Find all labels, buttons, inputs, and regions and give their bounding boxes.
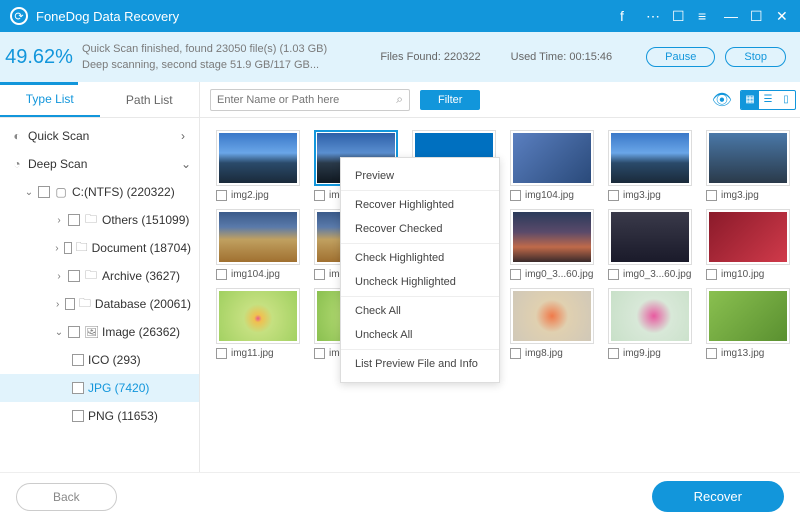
thumbnail[interactable]: img3.jpg: [706, 130, 790, 201]
tree-drive-c[interactable]: ⌄▢C:(NTFS) (220322): [0, 178, 199, 206]
used-time: Used Time: 00:15:46: [511, 51, 613, 63]
checkbox[interactable]: [608, 190, 619, 201]
checkbox[interactable]: [72, 354, 84, 366]
progress-percent: 49.62%: [0, 46, 78, 69]
facebook-icon[interactable]: f: [620, 9, 634, 23]
preview-toggle-icon[interactable]: 👁: [712, 90, 732, 110]
stop-button[interactable]: Stop: [725, 47, 786, 67]
close-icon[interactable]: ✕: [776, 9, 790, 23]
ctx-preview[interactable]: Preview: [341, 164, 499, 188]
thumbnail[interactable]: img0_3...60.jpg: [608, 209, 692, 280]
checkbox[interactable]: [68, 270, 80, 282]
sidebar: Type List Path List ◐Quick Scan› ◔Deep S…: [0, 82, 200, 472]
tree-image[interactable]: ⌄🖼Image (26362): [0, 318, 199, 346]
checkbox[interactable]: [65, 298, 74, 310]
thumbnail[interactable]: img2.jpg: [216, 130, 300, 201]
tree-others[interactable]: ›🗀Others (151099): [0, 206, 199, 234]
checkbox[interactable]: [38, 186, 50, 198]
checkbox[interactable]: [72, 382, 84, 394]
progress-line2: Deep scanning, second stage 51.9 GB/117 …: [82, 57, 380, 74]
checkbox[interactable]: [706, 269, 717, 280]
checkbox[interactable]: [216, 348, 227, 359]
checkbox[interactable]: [706, 348, 717, 359]
tree: ◐Quick Scan› ◔Deep Scan⌄ ⌄▢C:(NTFS) (220…: [0, 118, 199, 472]
checkbox[interactable]: [608, 348, 619, 359]
menu-icon[interactable]: ≡: [698, 9, 712, 23]
view-toggle: ▦ ☰ ▯: [740, 90, 796, 110]
pause-button[interactable]: Pause: [646, 47, 715, 67]
thumbnail[interactable]: img104.jpg: [216, 209, 300, 280]
checkbox[interactable]: [706, 190, 717, 201]
filter-button[interactable]: Filter: [420, 90, 480, 110]
thumbnail[interactable]: img104.jpg: [510, 130, 594, 201]
thumbnail[interactable]: img0_3...60.jpg: [510, 209, 594, 280]
ctx-uncheck-all[interactable]: Uncheck All: [341, 323, 499, 347]
cart-icon[interactable]: ☐: [672, 9, 686, 23]
checkbox[interactable]: [216, 269, 227, 280]
maximize-icon[interactable]: ☐: [750, 9, 764, 23]
thumbnail[interactable]: img13.jpg: [706, 288, 790, 359]
tree-png[interactable]: PNG (11653): [0, 402, 199, 430]
ctx-recover-highlighted[interactable]: Recover Highlighted: [341, 193, 499, 217]
back-button[interactable]: Back: [16, 483, 117, 511]
view-detail-icon[interactable]: ▯: [777, 91, 795, 109]
search-field[interactable]: [217, 94, 396, 106]
context-menu: Preview Recover Highlighted Recover Chec…: [340, 157, 500, 383]
thumbnail[interactable]: img3.jpg: [608, 130, 692, 201]
thumbnail[interactable]: img9.jpg: [608, 288, 692, 359]
toolbar: ⌕ Filter 👁 ▦ ☰ ▯: [200, 82, 800, 118]
thumbnail[interactable]: img8.jpg: [510, 288, 594, 359]
tree-database[interactable]: ›🗀Database (20061): [0, 290, 199, 318]
checkbox[interactable]: [64, 242, 72, 254]
thumbnail[interactable]: img11.jpg: [216, 288, 300, 359]
view-list-icon[interactable]: ☰: [759, 91, 777, 109]
tree-archive[interactable]: ›🗀Archive (3627): [0, 262, 199, 290]
checkbox[interactable]: [608, 269, 619, 280]
app-logo-icon: ⟳: [10, 7, 28, 25]
checkbox[interactable]: [72, 410, 84, 422]
checkbox[interactable]: [510, 348, 521, 359]
ctx-uncheck-highlighted[interactable]: Uncheck Highlighted: [341, 270, 499, 294]
checkbox[interactable]: [216, 190, 227, 201]
search-input[interactable]: ⌕: [210, 89, 410, 111]
app-title: FoneDog Data Recovery: [36, 9, 179, 24]
tree-jpg[interactable]: JPG (7420): [0, 374, 199, 402]
ctx-check-highlighted[interactable]: Check Highlighted: [341, 246, 499, 270]
titlebar: ⟳ FoneDog Data Recovery f ⋯ ☐ ≡ — ☐ ✕: [0, 0, 800, 32]
checkbox[interactable]: [314, 269, 325, 280]
tab-type-list[interactable]: Type List: [0, 82, 100, 117]
tree-ico[interactable]: ICO (293): [0, 346, 199, 374]
checkbox[interactable]: [68, 214, 80, 226]
search-icon[interactable]: ⌕: [396, 92, 403, 107]
checkbox[interactable]: [510, 190, 521, 201]
progress-area: 49.62% Quick Scan finished, found 23050 …: [0, 32, 800, 82]
footer: Back Recover: [0, 472, 800, 520]
ctx-recover-checked[interactable]: Recover Checked: [341, 217, 499, 241]
recover-button[interactable]: Recover: [652, 481, 784, 512]
tree-document[interactable]: ›🗀Document (18704): [0, 234, 199, 262]
ctx-check-all[interactable]: Check All: [341, 299, 499, 323]
tab-path-list[interactable]: Path List: [100, 82, 200, 117]
tree-quick-scan[interactable]: ◐Quick Scan›: [0, 122, 199, 150]
minimize-icon[interactable]: —: [724, 9, 738, 23]
checkbox[interactable]: [510, 269, 521, 280]
ctx-list-info[interactable]: List Preview File and Info: [341, 352, 499, 376]
tree-deep-scan[interactable]: ◔Deep Scan⌄: [0, 150, 199, 178]
checkbox[interactable]: [314, 190, 325, 201]
thumbnail[interactable]: img10.jpg: [706, 209, 790, 280]
progress-line1: Quick Scan finished, found 23050 file(s)…: [82, 41, 380, 58]
thumbnail-grid: img2.jpg img1.jpg img104.jpg img104.jpg …: [200, 118, 800, 472]
checkbox[interactable]: [314, 348, 325, 359]
checkbox[interactable]: [68, 326, 80, 338]
feedback-icon[interactable]: ⋯: [646, 9, 660, 23]
files-found: Files Found: 220322: [380, 51, 480, 63]
view-grid-icon[interactable]: ▦: [741, 91, 759, 109]
